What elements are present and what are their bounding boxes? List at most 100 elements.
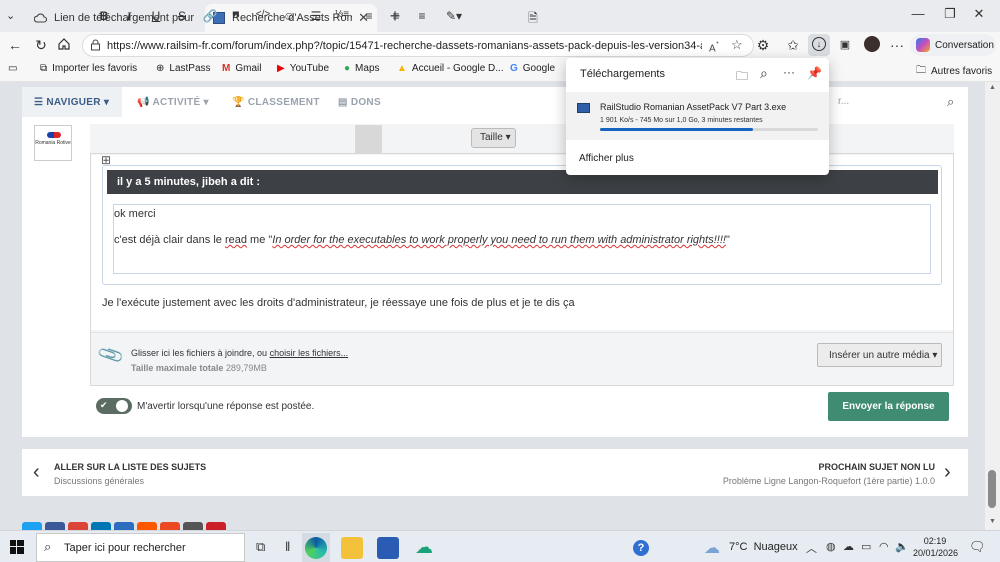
back-forum-name[interactable]: Discussions générales (54, 476, 144, 486)
extensions-icon[interactable]: ⚙ (754, 37, 772, 53)
insert-media-button[interactable]: Insérer un autre média ▾ (817, 343, 942, 367)
tab-list-chevron-icon[interactable]: ⌄ (6, 9, 15, 22)
microsoft-store-icon[interactable] (377, 537, 399, 559)
toggle-knob (116, 400, 128, 412)
minimize-button[interactable]: — (908, 6, 928, 21)
bullet-list-icon[interactable]: ☰ (308, 9, 324, 23)
notifications-icon[interactable]: 🗨 (969, 539, 986, 555)
align-center-icon[interactable]: ≡ (388, 9, 404, 23)
nav-classement[interactable]: 🏆 CLASSEMENT (232, 97, 320, 108)
downloads-button[interactable]: ↓ (808, 34, 830, 56)
task-view-icon[interactable]: ⧉ (256, 539, 265, 555)
underline-icon[interactable]: U (148, 9, 164, 23)
delicious-share-icon[interactable] (114, 522, 134, 530)
scroll-down-icon[interactable]: ▼ (989, 518, 996, 525)
tray-cloud-icon[interactable]: ☁ (843, 540, 854, 553)
next-unread-link[interactable]: PROCHAIN SUJET NON LU (818, 462, 935, 472)
close-window-button[interactable]: ✕ (969, 6, 989, 22)
refresh-icon[interactable]: ↻ (32, 37, 50, 53)
facebook-share-icon[interactable] (45, 522, 65, 530)
back-arrow-icon[interactable]: ← (6, 37, 24, 53)
nav-naviguer[interactable]: ☰ NAVIGUER ▾ (34, 97, 109, 108)
clock-time: 02:19 (923, 536, 947, 546)
site-search-input[interactable]: r... (838, 96, 849, 107)
fav-gmail[interactable]: M Gmail (222, 63, 261, 74)
favorite-star-icon[interactable]: ☆ (731, 37, 743, 53)
taskbar-clock[interactable]: 02:19 20/01/2026 (913, 535, 958, 559)
next-topic-name[interactable]: Problème Ligne Langon-Roquefort (1ère pa… (723, 476, 935, 486)
pinterest-share-icon[interactable] (206, 522, 226, 530)
fav-import-favorites[interactable]: ⧉ Importer les favoris (40, 63, 137, 74)
copilot-conversation-button[interactable]: Conversation (910, 34, 996, 56)
emoji-icon[interactable]: ☺ (281, 9, 297, 23)
download-progress-fill (600, 128, 753, 131)
fav-google[interactable]: G Google (510, 63, 555, 74)
wifi-icon[interactable]: ◠ (879, 540, 889, 553)
source-view-icon[interactable]: 🗎 (525, 9, 541, 30)
bold-icon[interactable]: B (96, 9, 112, 23)
chevron-left-icon[interactable]: ‹ (33, 461, 40, 484)
scroll-up-icon[interactable]: ▲ (989, 84, 996, 91)
strikethrough-icon[interactable]: S (174, 9, 190, 23)
battery-icon[interactable]: ▭ (861, 540, 871, 553)
topic-pager (22, 449, 968, 496)
address-bar[interactable]: https://www.railsim-fr.com/forum/index.p… (82, 34, 754, 57)
profile-avatar[interactable] (864, 36, 880, 52)
search-icon[interactable]: ⌕ (947, 94, 954, 110)
maps-pin-icon: ● (344, 63, 351, 74)
weather-widget[interactable]: 7°C Nuageux (729, 541, 798, 553)
downloads-more-icon[interactable]: ··· (783, 65, 795, 79)
show-more-downloads-link[interactable]: Afficher plus (579, 153, 634, 164)
search-downloads-icon[interactable]: ⌕ (760, 65, 768, 82)
reddit-share-icon[interactable] (137, 522, 157, 530)
scrollbar-thumb[interactable] (988, 470, 996, 508)
volume-icon[interactable]: 🔈 (895, 540, 909, 553)
align-right-icon[interactable]: ≡ (414, 9, 430, 23)
numbered-list-icon[interactable]: ⅓≡ (334, 9, 350, 20)
page-scrollbar[interactable] (985, 82, 1000, 530)
download-item[interactable] (566, 92, 829, 140)
widgets-icon[interactable]: ‖ (285, 539, 290, 554)
google-share-icon[interactable] (68, 522, 88, 530)
back-to-topics-link[interactable]: ALLER SUR LA LISTE DES SUJETS (54, 462, 206, 472)
stumble-share-icon[interactable] (160, 522, 180, 530)
tray-chevron-up-icon[interactable]: ︿ (806, 540, 817, 556)
fav-youtube[interactable]: ▶ YouTube (277, 63, 329, 74)
font-size-dropdown[interactable]: Taille ▾ (471, 128, 516, 148)
linkedin-share-icon[interactable] (91, 522, 111, 530)
email-share-icon[interactable] (183, 522, 203, 530)
twitter-share-icon[interactable] (22, 522, 42, 530)
chevron-right-icon[interactable]: › (944, 461, 951, 484)
italic-icon[interactable]: I (121, 9, 137, 24)
link-icon[interactable]: 🔗 (202, 9, 218, 23)
screenshot-icon[interactable]: ▣ (836, 37, 854, 53)
nav-activite[interactable]: 📢 ACTIVITÉ ▾ (137, 97, 209, 108)
fav-maps[interactable]: ● Maps (344, 63, 380, 74)
send-reply-button[interactable]: Envoyer la réponse (828, 392, 949, 421)
fav-lastpass[interactable]: ⊕ LastPass (156, 63, 211, 74)
tray-app-icon[interactable]: ◍ (826, 540, 836, 553)
text-color-icon[interactable]: ✎▾ (443, 9, 465, 23)
quote-icon[interactable]: ❞ (228, 9, 244, 26)
more-menu-icon[interactable]: ··· (888, 37, 906, 53)
align-left-icon[interactable]: ≡ (361, 9, 377, 23)
nav-dons[interactable]: ▤ DONS (338, 97, 381, 108)
read-aloud-icon[interactable]: Aᐩ (709, 39, 719, 54)
restore-button[interactable]: ❐ (940, 6, 960, 22)
choose-files-link[interactable]: choisir les fichiers... (270, 348, 349, 358)
home-icon[interactable] (57, 37, 75, 53)
code-icon[interactable]: </> (255, 9, 271, 20)
help-badge-icon[interactable]: ? (633, 540, 649, 556)
edge-browser-icon[interactable] (305, 537, 327, 559)
attach-instructions: Glisser ici les fichiers à joindre, ou c… (131, 348, 349, 358)
copilot-icon (916, 38, 930, 52)
pin-icon[interactable]: 📌 (807, 66, 822, 80)
favorites-toggle-icon[interactable]: ▭ (8, 63, 17, 74)
windows-start-icon[interactable] (10, 540, 24, 554)
open-folder-icon[interactable]: 🗀 (736, 67, 748, 88)
favorites-icon[interactable]: ✩ (784, 37, 802, 53)
file-explorer-icon[interactable] (341, 537, 363, 559)
fav-other-favorites[interactable]: 🗀 Autres favoris (916, 63, 992, 80)
fav-google-drive[interactable]: ▲ Accueil - Google D... (397, 63, 504, 74)
cloud-upload-icon[interactable]: ☁ (413, 537, 435, 559)
